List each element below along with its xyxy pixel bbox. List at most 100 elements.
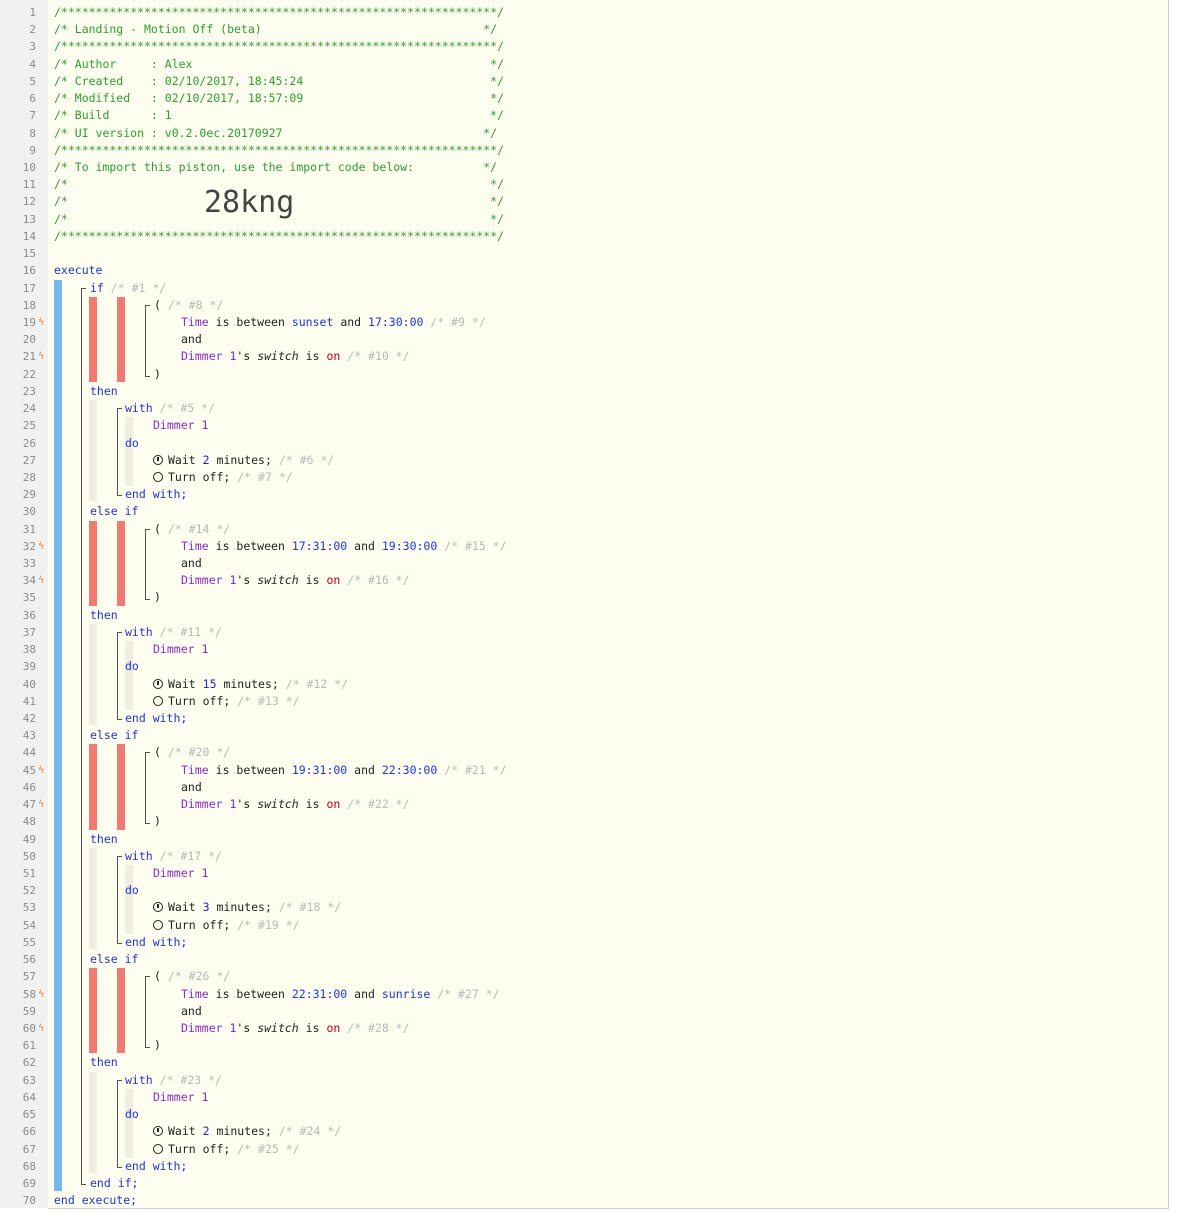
line-number: 20 bbox=[22, 333, 36, 347]
line-number: 42 bbox=[22, 712, 36, 726]
condition-to[interactable]: 22:30:00 bbox=[382, 763, 437, 777]
with-keyword[interactable]: with bbox=[125, 401, 153, 415]
with-keyword[interactable]: with bbox=[125, 1073, 153, 1087]
if-keyword[interactable]: if bbox=[90, 281, 104, 295]
condition-operator: is between bbox=[215, 986, 285, 1001]
with-device[interactable]: Dimmer 1 bbox=[153, 866, 208, 880]
statement-id: /* #23 */ bbox=[159, 1072, 222, 1087]
execute-line: execute bbox=[54, 262, 102, 279]
header-border: /***************************************… bbox=[54, 142, 504, 159]
open-paren: ( bbox=[154, 745, 161, 760]
wait-amount[interactable]: 15 bbox=[203, 677, 217, 691]
header-border-text: /***************************************… bbox=[54, 228, 505, 243]
condition-device[interactable]: Dimmer 1 bbox=[181, 573, 236, 587]
wait-amount[interactable]: 2 bbox=[203, 1124, 210, 1138]
wait-label[interactable]: Wait bbox=[168, 453, 196, 467]
action-label[interactable]: Turn off; bbox=[168, 470, 230, 484]
statement-id: /* #11 */ bbox=[159, 624, 222, 639]
then-keyword[interactable]: then bbox=[90, 1055, 118, 1069]
with-device[interactable]: Dimmer 1 bbox=[153, 642, 208, 656]
import-code[interactable]: 28kng bbox=[204, 188, 294, 218]
else-if-line: else if bbox=[90, 951, 138, 968]
condition-from[interactable]: sunset bbox=[292, 315, 334, 329]
stopwatch-icon bbox=[153, 678, 163, 689]
end-with-keyword[interactable]: end with; bbox=[125, 935, 187, 949]
condition-from[interactable]: 19:31:00 bbox=[292, 763, 347, 777]
created-line: /* Created : 02/10/2017, 18:45:24 */ bbox=[54, 73, 504, 90]
condition-group-close: ) bbox=[154, 1037, 161, 1054]
condition-device[interactable]: Dimmer 1 bbox=[181, 349, 236, 363]
line-number: 39 bbox=[22, 660, 36, 674]
statement-id: /* #8 */ bbox=[167, 297, 224, 312]
line-number: 36 bbox=[22, 608, 36, 622]
line-number: 37 bbox=[22, 625, 36, 639]
end-if-keyword[interactable]: end if; bbox=[90, 1176, 138, 1190]
then-keyword[interactable]: then bbox=[90, 608, 118, 622]
action-label[interactable]: Turn off; bbox=[168, 694, 230, 708]
else-if-keyword[interactable]: else if bbox=[90, 728, 138, 742]
do-keyword[interactable]: do bbox=[125, 1107, 139, 1121]
condition-to[interactable]: 17:30:00 bbox=[368, 315, 423, 329]
condition-to[interactable]: 19:30:00 bbox=[382, 539, 437, 553]
condition-attribute[interactable]: switch bbox=[257, 1021, 299, 1035]
condition-group-close: ) bbox=[154, 589, 161, 606]
wait-label[interactable]: Wait bbox=[168, 900, 196, 914]
condition-from[interactable]: 22:31:00 bbox=[292, 987, 347, 1001]
line-number: 9 bbox=[29, 143, 36, 157]
header-border-text: /***************************************… bbox=[54, 5, 505, 19]
then-keyword[interactable]: then bbox=[90, 832, 118, 846]
then-keyword[interactable]: then bbox=[90, 384, 118, 398]
condition-value[interactable]: on bbox=[326, 349, 340, 363]
else-if-keyword[interactable]: else if bbox=[90, 504, 138, 518]
wait-amount[interactable]: 2 bbox=[203, 453, 210, 467]
end-with-keyword[interactable]: end with; bbox=[125, 487, 187, 501]
condition-device[interactable]: Dimmer 1 bbox=[181, 797, 236, 811]
line-number: 40 bbox=[22, 677, 36, 691]
condition-attribute[interactable]: switch bbox=[257, 797, 299, 811]
line-number: 67 bbox=[22, 1142, 36, 1156]
statement-id: /* #14 */ bbox=[167, 521, 231, 536]
execute-keyword[interactable]: execute bbox=[54, 263, 102, 277]
statement-id: /* #16 */ bbox=[347, 573, 410, 588]
condition-to[interactable]: sunrise bbox=[382, 987, 430, 1001]
wait-amount[interactable]: 3 bbox=[203, 900, 210, 914]
wait-label[interactable]: Wait bbox=[168, 677, 196, 691]
line-number: 1 bbox=[29, 6, 36, 19]
condition-device[interactable]: Dimmer 1 bbox=[181, 1021, 236, 1035]
condition-value[interactable]: on bbox=[326, 797, 340, 811]
statement-id: /* #1 */ bbox=[110, 280, 167, 295]
line-number: 23 bbox=[22, 384, 36, 398]
action-label[interactable]: Turn off; bbox=[168, 1142, 230, 1156]
condition-value[interactable]: on bbox=[326, 573, 340, 587]
condition-subject[interactable]: Time bbox=[181, 315, 209, 329]
condition-subject[interactable]: Time bbox=[181, 763, 209, 777]
end-with-keyword[interactable]: end with; bbox=[125, 1159, 187, 1173]
line-number: 16 bbox=[22, 264, 36, 278]
execute-block-bar bbox=[54, 279, 62, 1192]
with-keyword[interactable]: with bbox=[125, 849, 153, 863]
action-label[interactable]: Turn off; bbox=[168, 918, 230, 932]
with-device[interactable]: Dimmer 1 bbox=[153, 1090, 208, 1104]
else-if-keyword[interactable]: else if bbox=[90, 952, 138, 966]
end-with-keyword[interactable]: end with; bbox=[125, 711, 187, 725]
import-instruction-text: /* To import this piston, use the import… bbox=[54, 159, 498, 174]
condition-subject[interactable]: Time bbox=[181, 539, 209, 553]
lightning-bolt-icon: ϟ bbox=[38, 799, 45, 811]
piston-title: /* Landing - Motion Off (beta) */ bbox=[54, 21, 497, 38]
end-execute-keyword[interactable]: end execute; bbox=[54, 1193, 137, 1207]
line-number: 45 bbox=[22, 763, 36, 777]
with-device[interactable]: Dimmer 1 bbox=[153, 418, 208, 432]
condition-value[interactable]: on bbox=[326, 1021, 340, 1035]
wait-label[interactable]: Wait bbox=[168, 1124, 196, 1138]
with-keyword[interactable]: with bbox=[125, 625, 153, 639]
condition-subject[interactable]: Time bbox=[181, 987, 209, 1001]
condition-attribute[interactable]: switch bbox=[257, 349, 299, 363]
line-number: 43 bbox=[22, 729, 36, 743]
do-keyword[interactable]: do bbox=[125, 436, 139, 450]
condition-attribute[interactable]: switch bbox=[257, 573, 299, 587]
statement-id: /* #12 */ bbox=[285, 676, 349, 691]
do-keyword[interactable]: do bbox=[125, 883, 139, 897]
do-keyword[interactable]: do bbox=[125, 659, 139, 673]
turn-off-task: Turn off; /* #7 */ bbox=[153, 469, 293, 486]
condition-from[interactable]: 17:31:00 bbox=[292, 539, 347, 553]
